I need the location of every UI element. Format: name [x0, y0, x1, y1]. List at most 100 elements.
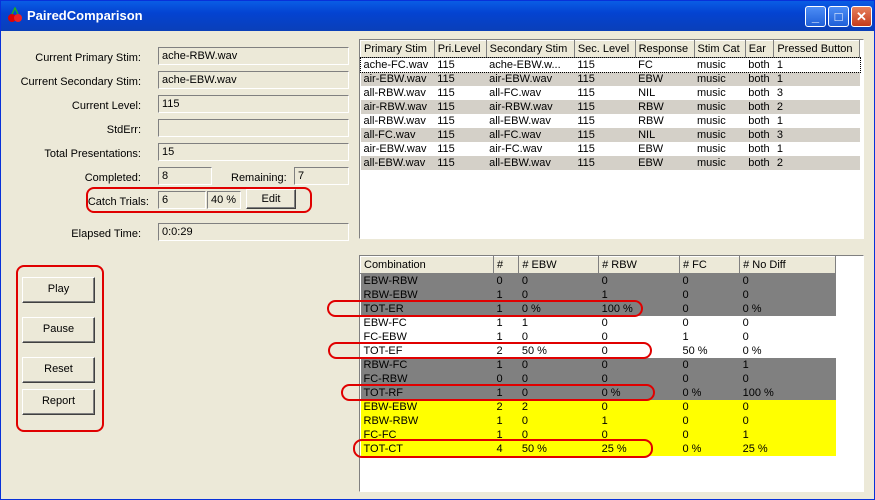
secondary-stim-field: ache-EBW.wav — [158, 71, 349, 89]
trials-cell: RBW — [635, 100, 695, 114]
summary-column-header[interactable]: # FC — [678, 256, 741, 274]
trials-cell: 1 — [773, 114, 860, 128]
trials-cell: 3 — [773, 128, 860, 142]
title-bar[interactable]: PairedComparison _ □ ✕ — [1, 1, 874, 31]
current-level-label: Current Level: — [71, 100, 141, 112]
summary-row[interactable]: RBW-RBW 1 0 1 0 0 — [360, 414, 836, 428]
trials-cell: ache-FC.wav — [360, 57, 435, 72]
summary-cell: EBW-FC — [360, 316, 494, 330]
trials-column-header[interactable]: Stim Cat — [693, 40, 746, 58]
summary-row[interactable]: EBW-FC 1 1 0 0 0 — [360, 316, 836, 330]
trials-cell: all-RBW.wav — [360, 114, 435, 128]
summary-cell: 0 — [598, 316, 680, 330]
elapsed-time-field: 0:0:29 — [158, 223, 349, 241]
summary-cell: 1 — [493, 316, 519, 330]
summary-column-header[interactable]: # EBW — [518, 256, 600, 274]
trials-row[interactable]: all-EBW.wav 115 all-EBW.wav 115 EBW music both… — [360, 156, 860, 170]
trials-cell: air-RBW.wav — [486, 100, 575, 114]
summary-cell: 25 % — [739, 442, 836, 456]
trials-cell: both — [745, 142, 774, 156]
trials-row[interactable]: air-EBW.wav 115 air-EBW.wav 115 EBW music both… — [360, 72, 860, 86]
trials-cell: 2 — [773, 156, 860, 170]
trials-cell: both — [745, 57, 774, 72]
summary-cell: 0 — [679, 288, 740, 302]
trials-cell: 3 — [773, 86, 860, 100]
trials-panel[interactable]: Primary Stim Pri.Level Secondary Stim Sec. … — [359, 39, 864, 239]
trials-row[interactable]: all-RBW.wav 115 all-FC.wav 115 NIL music both 3 — [360, 86, 860, 100]
trials-cell: ache-EBW.w... — [486, 57, 575, 72]
summary-cell: 0 — [739, 316, 836, 330]
trials-cell: music — [694, 142, 746, 156]
summary-cell: 0 — [739, 414, 836, 428]
trials-cell: 115 — [434, 72, 487, 86]
trials-column-header[interactable]: Secondary Stim — [485, 40, 575, 58]
summary-cell: 1 — [493, 414, 519, 428]
trials-row[interactable]: all-FC.wav 115 all-FC.wav 115 NIL music both 3 — [360, 128, 860, 142]
trials-cell: 115 — [574, 156, 636, 170]
summary-row[interactable]: EBW-EBW 2 2 0 0 0 — [360, 400, 836, 414]
trials-cell: both — [745, 100, 774, 114]
summary-row[interactable]: EBW-RBW 0 0 0 0 0 — [360, 273, 836, 288]
maximize-icon: □ — [834, 9, 843, 24]
trials-cell: all-EBW.wav — [486, 156, 575, 170]
minimize-button[interactable]: _ — [805, 6, 826, 27]
trials-cell: air-FC.wav — [486, 142, 575, 156]
completed-field: 8 — [158, 167, 212, 185]
summary-column-header[interactable]: Combination — [360, 256, 494, 274]
trials-column-header[interactable]: Pressed Button — [773, 40, 860, 58]
trials-column-header[interactable]: Response — [634, 40, 695, 58]
trials-cell: 115 — [574, 57, 636, 72]
trials-column-header[interactable]: Primary Stim — [360, 40, 435, 58]
trials-cell: music — [694, 100, 746, 114]
summary-column-header[interactable]: # RBW — [598, 256, 680, 274]
trials-cell: music — [694, 57, 746, 72]
summary-cell: EBW-EBW — [360, 400, 494, 414]
remaining-label: Remaining: — [231, 172, 287, 184]
tot-rf-highlight — [341, 384, 655, 401]
stderr-field — [158, 119, 349, 137]
summary-column-header[interactable]: # No Diff — [739, 256, 836, 274]
summary-cell: 0 — [518, 414, 599, 428]
summary-cell: 0 — [679, 316, 740, 330]
trials-row[interactable]: ache-FC.wav 115 ache-EBW.w... 115 FC music bot… — [360, 56, 861, 73]
trials-cell: both — [745, 72, 774, 86]
summary-column-header[interactable]: # — [492, 256, 520, 274]
summary-row[interactable]: RBW-FC 1 0 0 0 1 — [360, 358, 836, 372]
maximize-button[interactable]: □ — [828, 6, 849, 27]
trials-cell: air-EBW.wav — [360, 72, 435, 86]
summary-cell: 0 — [739, 288, 836, 302]
trials-cell: 1 — [773, 72, 860, 86]
summary-cell: 0 % — [679, 442, 740, 456]
close-button[interactable]: ✕ — [851, 6, 872, 27]
summary-cell: RBW-RBW — [360, 414, 494, 428]
trials-cell: air-EBW.wav — [360, 142, 435, 156]
trials-row[interactable]: air-EBW.wav 115 air-FC.wav 115 EBW music both 1 — [360, 142, 860, 156]
trials-row[interactable]: air-RBW.wav 115 air-RBW.wav 115 RBW music both… — [360, 100, 860, 114]
summary-cell: 50 % — [679, 344, 740, 358]
completed-label: Completed: — [84, 172, 141, 184]
summary-cell: 0 — [493, 273, 519, 288]
minimize-icon: _ — [811, 9, 820, 24]
window-title: PairedComparison — [27, 8, 143, 23]
summary-cell: 0 — [739, 400, 836, 414]
trials-cell: all-FC.wav — [360, 128, 435, 142]
summary-cell: EBW-RBW — [360, 273, 494, 288]
trials-cell: 115 — [574, 72, 636, 86]
trials-column-header[interactable]: Sec. Level — [573, 40, 636, 58]
trials-cell: NIL — [635, 86, 695, 100]
trials-row[interactable]: all-RBW.wav 115 all-EBW.wav 115 RBW music both… — [360, 114, 860, 128]
trials-cell: music — [694, 72, 746, 86]
trials-column-header[interactable]: Pri.Level — [433, 40, 487, 58]
tot-er-highlight — [327, 300, 643, 317]
trials-cell: 115 — [574, 114, 636, 128]
primary-stim-label: Current Primary Stim: — [35, 52, 141, 64]
summary-cell: 1 — [679, 330, 740, 344]
app-icon — [8, 7, 22, 22]
trials-cell: both — [745, 128, 774, 142]
summary-cell: RBW-FC — [360, 358, 494, 372]
trials-cell: 115 — [574, 86, 636, 100]
summary-cell: 0 — [598, 400, 680, 414]
trials-cell: 115 — [574, 128, 636, 142]
trials-column-header[interactable]: Ear — [744, 40, 775, 58]
trials-cell: EBW — [635, 156, 695, 170]
